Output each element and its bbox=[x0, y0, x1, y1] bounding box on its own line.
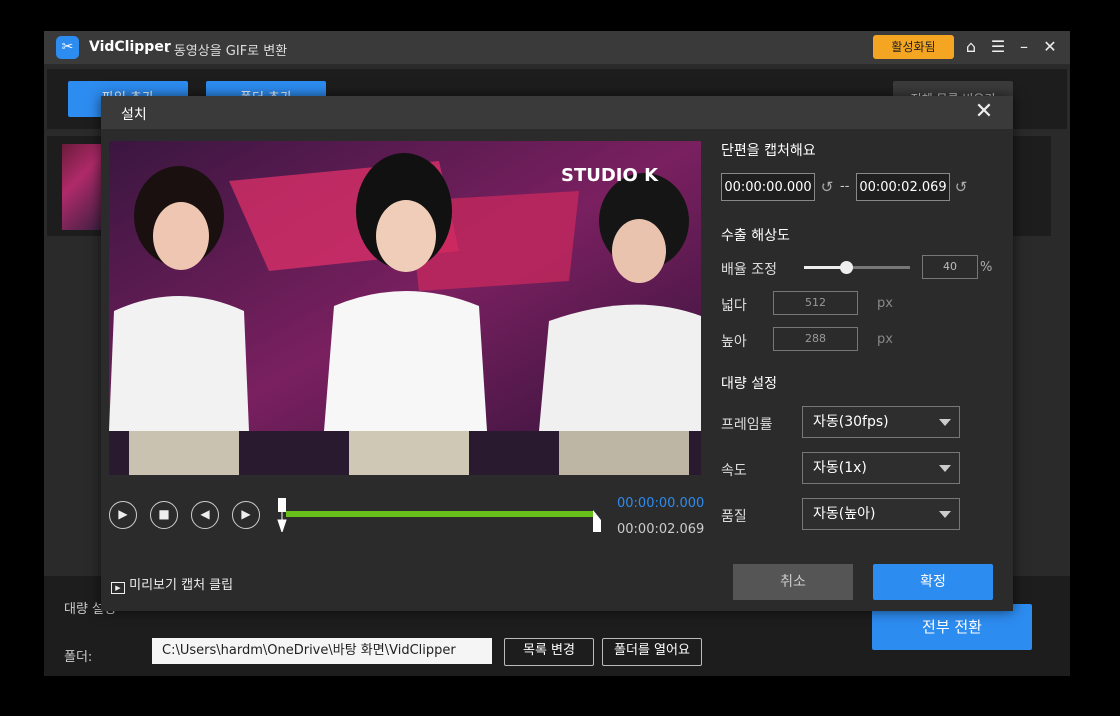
height-unit: px bbox=[877, 332, 893, 347]
scale-slider-knob[interactable] bbox=[840, 261, 853, 274]
chevron-down-icon bbox=[939, 465, 951, 472]
play-button[interactable]: ▶ bbox=[109, 501, 137, 529]
open-folder-button[interactable]: 폴더를 열어요 bbox=[602, 638, 702, 666]
framerate-select[interactable]: 자동(30fps) bbox=[802, 406, 960, 438]
preview-clip-button[interactable]: ▶ 미리보기 캡처 클립 bbox=[111, 574, 233, 594]
height-label: 높아 bbox=[721, 334, 747, 350]
cancel-button[interactable]: 취소 bbox=[733, 564, 853, 600]
framerate-value: 자동(30fps) bbox=[813, 414, 889, 430]
minimize-icon[interactable]: – bbox=[1014, 37, 1034, 57]
menu-icon[interactable]: ☰ bbox=[988, 37, 1008, 57]
quality-select[interactable]: 자동(높아) bbox=[802, 498, 960, 530]
width-label: 넓다 bbox=[721, 298, 747, 314]
time-separator: -- bbox=[840, 179, 850, 194]
dialog-header: 설치 ✕ bbox=[101, 96, 1013, 129]
settings-dialog: 설치 ✕ STUDIO K ▶ ■ ◀ ▶ 00:00:00.000 00:00… bbox=[101, 96, 1013, 611]
close-icon[interactable]: ✕ bbox=[971, 100, 997, 126]
next-frame-button[interactable]: ▶ bbox=[232, 501, 260, 529]
resolution-section-title: 수출 해상도 bbox=[721, 228, 790, 244]
title-bar: ✂ VidClipper - 동영상을 GIF로 변환 활성화됨 ⌂ ☰ – ✕ bbox=[44, 31, 1070, 64]
current-time: 00:00:00.000 bbox=[617, 496, 705, 511]
change-list-button[interactable]: 목록 변경 bbox=[504, 638, 594, 666]
quality-label: 품질 bbox=[721, 509, 747, 525]
video-thumbnail bbox=[62, 144, 104, 230]
video-preview: STUDIO K bbox=[109, 141, 701, 475]
play-box-icon: ▶ bbox=[111, 582, 125, 594]
close-icon[interactable]: ✕ bbox=[1040, 37, 1060, 57]
folder-label: 폴더: bbox=[64, 650, 93, 665]
scale-label: 배율 조정 bbox=[721, 262, 777, 278]
watermark-text: STUDIO K bbox=[561, 165, 659, 186]
stop-button[interactable]: ■ bbox=[150, 501, 178, 529]
activated-button[interactable]: 활성화됨 bbox=[873, 35, 954, 59]
chevron-down-icon bbox=[939, 511, 951, 518]
confirm-button[interactable]: 확정 bbox=[873, 564, 993, 600]
app-name: VidClipper bbox=[89, 39, 171, 55]
app-logo-icon: ✂ bbox=[56, 36, 79, 59]
percent-unit: % bbox=[980, 260, 993, 275]
total-time: 00:00:02.069 bbox=[617, 522, 705, 537]
capture-section-title: 단편을 캡처해요 bbox=[721, 143, 816, 159]
reset-start-icon[interactable]: ↺ bbox=[817, 177, 837, 197]
scale-slider-track[interactable] bbox=[804, 261, 910, 274]
clip-range-track[interactable] bbox=[286, 511, 594, 517]
framerate-label: 프레임률 bbox=[721, 417, 773, 433]
dialog-title: 설치 bbox=[121, 107, 147, 123]
quality-value: 자동(높아) bbox=[813, 506, 876, 522]
height-field[interactable]: 288 bbox=[773, 327, 858, 351]
bulk-section-title: 대량 설정 bbox=[721, 376, 777, 392]
speed-select[interactable]: 자동(1x) bbox=[802, 452, 960, 484]
home-icon[interactable]: ⌂ bbox=[961, 37, 981, 57]
folder-path-field[interactable]: C:\Users\hardm\OneDrive\바탕 화면\VidClipper bbox=[152, 638, 492, 664]
end-time-field[interactable]: 00:00:02.069 bbox=[856, 173, 950, 201]
preview-frame: STUDIO K bbox=[109, 141, 701, 475]
reset-end-icon[interactable]: ↺ bbox=[951, 177, 971, 197]
previous-frame-button[interactable]: ◀ bbox=[191, 501, 219, 529]
width-field[interactable]: 512 bbox=[773, 291, 858, 315]
preview-clip-label: 미리보기 캡처 클립 bbox=[129, 578, 234, 593]
chevron-down-icon bbox=[939, 419, 951, 426]
range-end-handle[interactable] bbox=[592, 510, 601, 544]
range-start-handle[interactable] bbox=[277, 498, 287, 534]
scale-input[interactable]: 40 bbox=[922, 255, 978, 279]
speed-label: 속도 bbox=[721, 463, 747, 479]
width-unit: px bbox=[877, 296, 893, 311]
app-subtitle: - 동영상을 GIF로 변환 bbox=[165, 44, 288, 59]
speed-value: 자동(1x) bbox=[813, 460, 867, 476]
start-time-field[interactable]: 00:00:00.000 bbox=[721, 173, 815, 201]
